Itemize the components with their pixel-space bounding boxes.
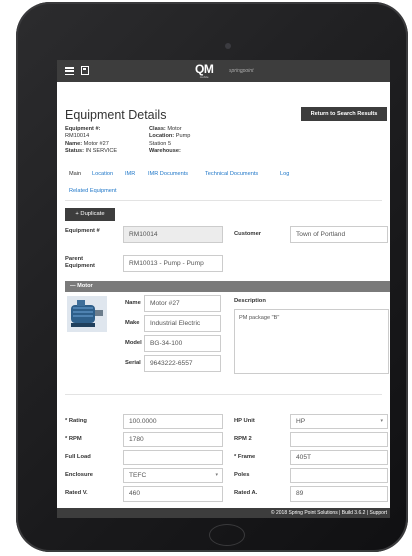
- page-title: Equipment Details: [65, 108, 167, 122]
- description-label: Description: [234, 298, 266, 304]
- poles-label: Poles: [234, 472, 250, 478]
- tab-imr[interactable]: IMR: [125, 171, 135, 177]
- full-load-field[interactable]: [123, 450, 223, 465]
- tablet-frame: QM mobile springpoint Equipment Details …: [16, 2, 408, 552]
- frame-field[interactable]: 405T: [290, 450, 388, 465]
- tab-imr-documents[interactable]: IMR Documents: [148, 171, 188, 177]
- tab-log[interactable]: Log: [280, 171, 289, 177]
- serial-label: Serial: [125, 360, 141, 366]
- return-to-search-button[interactable]: Return to Search Results: [301, 107, 387, 121]
- equipment-summary-left: Equipment #: RM10014 Name: Motor #27 Sta…: [65, 126, 118, 155]
- menu-icon[interactable]: [65, 67, 74, 76]
- top-nav-bar: QM mobile springpoint: [57, 60, 390, 82]
- motor-name-label: Name: [125, 300, 141, 306]
- customer-field[interactable]: Town of Portland: [290, 226, 388, 243]
- tab-location[interactable]: Location: [92, 171, 113, 177]
- equipment-number-label: Equipment #: [65, 228, 100, 234]
- brand-name: springpoint: [229, 68, 254, 74]
- footer-bar: © 2018 Spring Point Solutions | Build 3.…: [57, 508, 390, 518]
- motor-section-header[interactable]: — Motor: [65, 281, 390, 292]
- make-label: Make: [125, 320, 140, 326]
- clipboard-icon[interactable]: [81, 66, 89, 75]
- serial-field[interactable]: 9643222-6557: [144, 355, 221, 372]
- rpm2-field[interactable]: [290, 432, 388, 447]
- tab-bar: Main Location IMR IMR Documents Technica…: [65, 168, 390, 198]
- enclosure-label: Enclosure: [65, 472, 94, 478]
- rated-a-label: Rated A.: [234, 490, 258, 496]
- rated-v-label: Rated V.: [65, 490, 88, 496]
- hp-unit-select[interactable]: HP ▾: [290, 414, 388, 429]
- rating-field[interactable]: 100.0000: [123, 414, 223, 429]
- app-screen: QM mobile springpoint Equipment Details …: [57, 60, 390, 518]
- rated-v-field[interactable]: 460: [123, 486, 223, 502]
- enclosure-select[interactable]: TEFC ▾: [123, 468, 223, 483]
- app-logo: QM mobile: [195, 62, 214, 79]
- home-button[interactable]: [209, 524, 245, 546]
- tab-technical-documents[interactable]: Technical Documents: [205, 171, 258, 177]
- motor-photo: [67, 296, 107, 332]
- equipment-summary-right: Class: Motor Location: Pump Station 5 Wa…: [149, 126, 191, 155]
- model-label: Model: [125, 340, 142, 346]
- frame-label: * Frame: [234, 454, 256, 460]
- hp-unit-label: HP Unit: [234, 418, 255, 424]
- rpm2-label: RPM 2: [234, 436, 252, 442]
- customer-label: Customer: [234, 231, 262, 237]
- dropdown-caret-icon: ▾: [380, 418, 383, 424]
- rating-label: * Rating: [65, 418, 87, 424]
- equipment-number-field[interactable]: RM10014: [123, 226, 223, 243]
- camera: [225, 43, 231, 49]
- poles-field[interactable]: [290, 468, 388, 483]
- parent-equipment-label: Parent Equipment: [65, 256, 95, 269]
- make-field[interactable]: Industrial Electric: [144, 315, 221, 332]
- model-field[interactable]: BG-34-100: [144, 335, 221, 352]
- full-load-label: Full Load: [65, 454, 91, 460]
- duplicate-button[interactable]: + Duplicate: [65, 208, 115, 221]
- tab-main[interactable]: Main: [69, 171, 81, 177]
- rpm-field[interactable]: 1780: [123, 432, 223, 447]
- dropdown-caret-icon: ▾: [215, 472, 218, 478]
- rated-a-field[interactable]: 89: [290, 486, 388, 502]
- tabs-divider: [65, 200, 382, 201]
- description-textarea[interactable]: PM package "B": [234, 309, 389, 374]
- tab-related-equipment[interactable]: Related Equipment: [69, 188, 117, 194]
- rpm-label: * RPM: [65, 436, 82, 442]
- parent-equipment-field[interactable]: RM10013 - Pump - Pump: [123, 255, 223, 272]
- motor-name-field[interactable]: Motor #27: [144, 295, 221, 312]
- section-divider: [65, 394, 382, 395]
